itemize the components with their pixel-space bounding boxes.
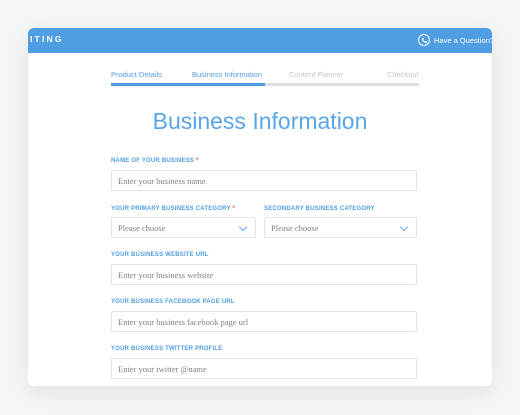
- secondary-category-select[interactable]: Please choose: [264, 217, 417, 238]
- phone-icon: [418, 34, 430, 46]
- facebook-field[interactable]: [111, 311, 417, 332]
- business-name-field[interactable]: [111, 170, 417, 191]
- website-label: YOUR BUSINESS WEBSITE URL: [111, 252, 209, 258]
- step-product-details[interactable]: Product Details: [111, 70, 162, 79]
- step-checkout: Checkout: [387, 70, 419, 79]
- business-name-label: NAME OF YOUR BUSINESS *: [111, 158, 199, 164]
- progress-fill: [111, 83, 265, 86]
- twitter-label: YOUR BUSINESS TWITTER PROFILE: [111, 346, 223, 352]
- help-text: Have a Question? (8: [434, 35, 492, 45]
- business-name-input[interactable]: [112, 171, 416, 191]
- required-marker: *: [195, 158, 199, 164]
- twitter-input[interactable]: [112, 359, 416, 379]
- top-bar: ITING Have a Question? (8: [28, 28, 492, 53]
- secondary-category-value: Please choose: [271, 223, 319, 233]
- step-business-information[interactable]: Business Information: [192, 70, 262, 79]
- chevron-down-icon: [238, 222, 248, 232]
- primary-category-select[interactable]: Please choose: [111, 217, 256, 238]
- brand-logo-text: ITING: [30, 34, 64, 44]
- secondary-category-label: SECONDARY BUSINESS CATEGORY: [264, 206, 375, 212]
- primary-category-label-text: YOUR PRIMARY BUSINESS CATEGORY: [111, 206, 231, 212]
- required-marker: *: [232, 206, 235, 212]
- form-card: ITING Have a Question? (8 Product Detail…: [28, 28, 492, 386]
- facebook-label: YOUR BUSINESS FACEBOOK PAGE URL: [111, 299, 235, 305]
- primary-category-value: Please choose: [118, 223, 166, 233]
- help-contact[interactable]: Have a Question? (8: [418, 32, 492, 48]
- twitter-field[interactable]: [111, 358, 417, 379]
- chevron-down-icon: [399, 222, 409, 232]
- website-field[interactable]: [111, 264, 417, 285]
- phone-glyph: [421, 37, 427, 43]
- facebook-input[interactable]: [112, 312, 416, 332]
- primary-category-label: YOUR PRIMARY BUSINESS CATEGORY *: [111, 206, 235, 212]
- page-title: Business Information: [152, 108, 368, 134]
- step-content-planner: Content Planner: [289, 70, 344, 79]
- progress-track: [111, 83, 419, 86]
- business-name-label-text: NAME OF YOUR BUSINESS: [111, 158, 195, 164]
- website-input[interactable]: [112, 265, 416, 285]
